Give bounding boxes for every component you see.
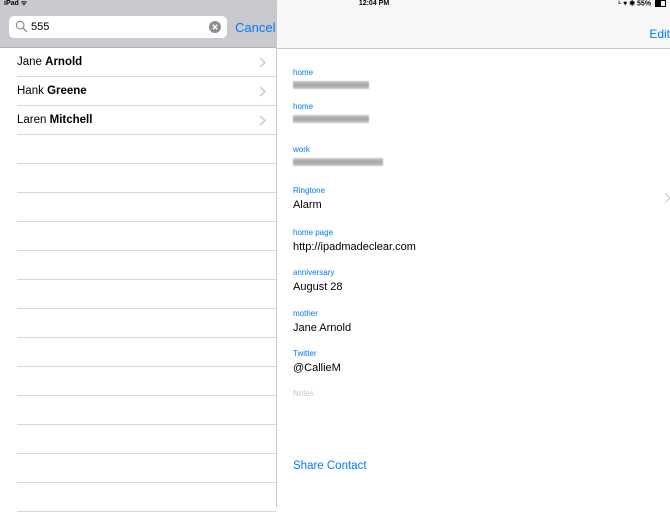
chevron-right-icon [259, 86, 266, 97]
contact-first-name: Hank [17, 85, 44, 97]
cancel-button[interactable]: Cancel [235, 20, 275, 36]
ringtone-field[interactable]: Ringtone Alarm [293, 186, 325, 212]
contact-first-name: Jane [17, 56, 42, 68]
empty-row [17, 396, 276, 425]
twitter-field[interactable]: Twitter @CallieM [293, 349, 341, 375]
search-input-value: 555 [31, 21, 50, 33]
empty-row [17, 222, 276, 251]
field-value: Alarm [293, 199, 322, 211]
chevron-right-icon [259, 57, 266, 68]
field-value: http://ipadmadeclear.com [293, 241, 416, 253]
search-bar: 555 Cancel [0, 8, 276, 48]
chevron-right-icon [259, 115, 266, 126]
phone-field-home-1[interactable]: home [293, 68, 369, 89]
status-indicator-text: ᴸ ♥ ✱ 55% [618, 0, 652, 8]
results-list: Jane Arnold Hank Greene Laren Mitchell [0, 48, 276, 512]
empty-row [17, 309, 276, 338]
contact-last-name: Mitchell [49, 114, 93, 126]
clear-search-icon[interactable] [209, 21, 221, 33]
status-bar: iPad ᯤ 12:04 PM ᴸ ♥ ✱ 55% [0, 0, 670, 8]
anniversary-field[interactable]: anniversary August 28 [293, 268, 343, 294]
field-value: Jane Arnold [293, 322, 352, 334]
redacted-phone-number [293, 81, 369, 89]
edit-button[interactable]: Edit [649, 26, 670, 42]
empty-row [17, 367, 276, 396]
field-value: August 28 [293, 281, 343, 293]
home-page-field[interactable]: home page http://ipadmadeclear.com [293, 228, 416, 254]
clock: 12:04 PM [358, 0, 390, 7]
search-icon [15, 20, 28, 33]
field-value: @CallieM [293, 362, 341, 374]
empty-row [17, 425, 276, 454]
contact-name: Jane Arnold [17, 55, 82, 69]
chevron-right-icon [665, 193, 670, 203]
result-row-jane-arnold[interactable]: Jane Arnold [17, 48, 276, 77]
empty-row [17, 251, 276, 280]
detail-nav-bar: Edit [277, 8, 670, 49]
empty-row [17, 135, 276, 164]
contact-detail-pane: Edit home home work Ringtone Alarm home … [277, 8, 670, 507]
mother-field[interactable]: mother Jane Arnold [293, 309, 351, 335]
redacted-phone-number [293, 115, 369, 123]
field-label: anniversary [293, 268, 335, 277]
contact-last-name: Greene [47, 85, 87, 97]
search-results-pane: 555 Cancel Jane Arnold Hank Greene Laren… [0, 8, 277, 512]
field-label: mother [293, 309, 318, 318]
field-label: Twitter [293, 349, 317, 358]
notes-field[interactable]: Notes [293, 389, 314, 398]
contact-name: Hank Greene [17, 84, 87, 98]
contact-last-name: Arnold [45, 56, 83, 68]
field-label: work [293, 145, 310, 154]
empty-row [17, 193, 276, 222]
result-row-laren-mitchell[interactable]: Laren Mitchell [17, 106, 276, 135]
redacted-phone-number [293, 158, 383, 166]
field-label: home [293, 68, 314, 77]
battery-icon [655, 0, 666, 7]
contact-name: Laren Mitchell [17, 113, 92, 127]
empty-row [17, 280, 276, 309]
empty-row [17, 164, 276, 193]
carrier-label: iPad ᯤ [4, 0, 28, 7]
field-label: home page [293, 228, 334, 237]
empty-row [17, 483, 276, 512]
search-input[interactable]: 555 [9, 16, 227, 38]
empty-row [17, 454, 276, 483]
share-contact-button[interactable]: Share Contact [293, 460, 367, 472]
empty-row [17, 338, 276, 367]
field-label: home [293, 102, 314, 111]
contact-first-name: Laren [17, 114, 47, 126]
result-row-hank-greene[interactable]: Hank Greene [17, 77, 276, 106]
field-label: Ringtone [293, 186, 326, 195]
phone-field-work[interactable]: work [293, 145, 383, 166]
phone-field-home-2[interactable]: home [293, 102, 369, 123]
status-bar-left-bg [0, 0, 277, 8]
